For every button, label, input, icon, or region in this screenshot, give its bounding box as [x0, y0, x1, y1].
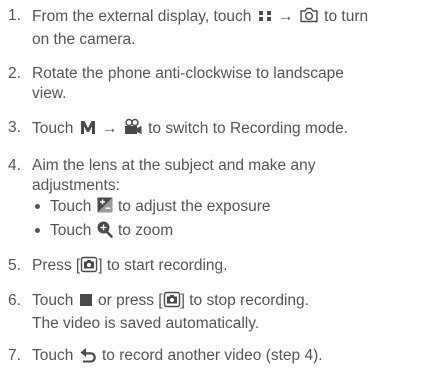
step-5: 5. Press [ ] to start recording.: [6, 256, 433, 279]
step-text: Touch: [32, 120, 74, 137]
step-text: to zoom: [118, 222, 174, 239]
zoom-icon: [96, 220, 114, 244]
arrow: →: [102, 120, 118, 137]
camera-icon: [298, 6, 320, 30]
step-1: 1. From the external display, touch → to…: [6, 6, 433, 50]
step-text: Touch: [50, 222, 92, 239]
step-text: to adjust the exposure: [118, 198, 271, 215]
step-number: 2.: [8, 65, 21, 82]
camera-key-icon: [163, 291, 181, 314]
step-2: 2. Rotate the phone anti-clockwise to la…: [6, 64, 433, 104]
step-text: view.: [32, 85, 67, 102]
step-text: on the camera.: [32, 31, 136, 48]
step-text: The video is saved automatically.: [32, 315, 260, 332]
instructions-document: 1. From the external display, touch → to…: [0, 0, 439, 364]
step-text: or press [: [98, 292, 163, 309]
stop-icon: [78, 292, 94, 314]
step-text: Press [: [32, 257, 81, 274]
step-text: ] to start recording.: [98, 257, 228, 274]
step-text: From the external display, touch: [32, 8, 252, 25]
step-text: Rotate the phone anti-clockwise to lands…: [32, 65, 344, 82]
step-number: 1.: [8, 7, 21, 24]
step-number: 6.: [8, 292, 21, 309]
arrow: →: [278, 8, 294, 25]
step-text: to switch to Recording mode.: [148, 120, 348, 137]
exposure-icon: [96, 196, 114, 220]
mode-m-icon: [78, 119, 98, 142]
step-3: 3. Touch → to switch to Recording mode.: [6, 118, 433, 142]
step-number: 3.: [8, 119, 21, 136]
list-item: Touch to zoom: [32, 220, 433, 244]
step-7: 7. Touch to record another video (step 4…: [6, 346, 433, 369]
step-number: 4.: [8, 157, 21, 174]
step-text: Touch: [50, 198, 92, 215]
step-number: 7.: [8, 347, 21, 364]
camera-key-icon: [80, 256, 98, 279]
apps-grid-icon: [256, 8, 274, 30]
list-item: Touch to adjust the exposure: [32, 196, 433, 220]
step-text: Touch: [32, 292, 74, 309]
step-text: to record another video (step 4).: [102, 347, 323, 364]
step-text: adjustments:: [32, 177, 120, 194]
step-text: Touch: [32, 347, 74, 364]
adjustment-list: Touch to adjust the exposure Touch to zo…: [32, 196, 433, 244]
step-text: Aim the lens at the subject and make any: [32, 157, 316, 174]
step-number: 5.: [8, 257, 21, 274]
back-arrow-icon: [78, 346, 98, 369]
step-text: ] to stop recording.: [180, 292, 309, 309]
step-6: 6. Touch or press [ ] to stop recording.…: [6, 291, 433, 334]
video-camera-icon: [122, 118, 144, 142]
step-4: 4. Aim the lens at the subject and make …: [6, 156, 433, 244]
step-text: to turn: [324, 8, 369, 25]
